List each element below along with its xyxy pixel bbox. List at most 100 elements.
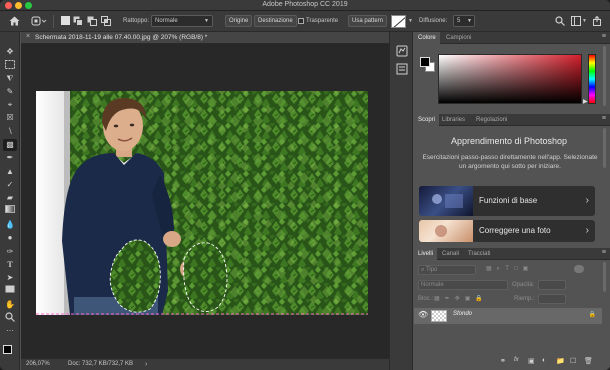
tab-layers[interactable]: Livelli (414, 248, 438, 260)
tab-adjustments[interactable]: Regolazioni (472, 114, 511, 126)
chevron-right-icon[interactable]: › (145, 359, 147, 370)
crop-tool-icon[interactable]: ⌖ (3, 99, 17, 111)
eraser-tool-icon[interactable]: ▰ (3, 192, 17, 204)
frame-tool-icon[interactable]: ☒ (3, 112, 17, 124)
hand-tool-icon[interactable]: ✋ (3, 299, 17, 311)
scrollbar[interactable] (603, 46, 606, 106)
layer-filter-select[interactable]: ⌕ Tipo (418, 265, 476, 275)
panel-menu-icon[interactable]: ≡ (602, 33, 606, 40)
link-layers-icon[interactable]: ⚭ (500, 357, 506, 365)
tab-paths[interactable]: Tracciati (464, 248, 494, 260)
adjustment-layer-icon[interactable]: ◐ (542, 357, 546, 364)
dodge-tool-icon[interactable]: ● (3, 232, 17, 244)
filter-toggle[interactable] (574, 265, 584, 273)
search-icon: ⌕ (421, 267, 425, 273)
pen-tool-icon[interactable]: ✑ (3, 246, 17, 258)
blur-tool-icon[interactable]: 💧 (3, 219, 17, 231)
fill-field[interactable] (538, 294, 566, 304)
delete-layer-icon[interactable]: 🗑 (584, 357, 593, 365)
use-pattern-button[interactable]: Usa pattern (348, 15, 388, 27)
layer-row[interactable]: 👁 Sfondo 🔒 (414, 308, 602, 324)
zoom-level[interactable]: 206,07% (26, 359, 50, 370)
lock-label: Bloc.: (418, 296, 434, 302)
source-button[interactable]: Origine (225, 15, 253, 27)
learn-card-basics[interactable]: Funzioni di base › (419, 186, 595, 216)
quick-selection-tool-icon[interactable]: ✎ (3, 86, 17, 98)
new-layer-icon[interactable]: ☐ (570, 357, 576, 365)
hue-slider-handle[interactable]: ▶ (583, 98, 588, 105)
learn-panel: Scopri Libraries Regolazioni ≡ Apprendim… (414, 114, 610, 248)
search-icon[interactable] (555, 16, 565, 29)
scrollbar[interactable] (603, 262, 606, 292)
layer-name[interactable]: Sfondo (453, 311, 472, 317)
home-icon[interactable] (8, 16, 20, 29)
tab-color[interactable]: Colore (414, 32, 440, 44)
options-bar: Rattoppo: Normale ▼ Origine Destinazione… (0, 11, 610, 32)
filter-icons: ▦◐T□▣ (486, 266, 534, 272)
subtract-from-selection-icon[interactable] (87, 16, 97, 29)
title-bar: Adobe Photoshop CC 2019 (0, 0, 610, 11)
canvas-area[interactable] (21, 44, 389, 358)
lock-icons: ▦✒✥▣🔒 (434, 296, 488, 302)
hue-slider[interactable] (588, 54, 596, 104)
scrollbar[interactable] (603, 128, 606, 168)
tab-swatches[interactable]: Campioni (442, 32, 475, 44)
chevron-down-icon[interactable]: ▼ (408, 18, 413, 24)
properties-icon[interactable] (396, 63, 408, 75)
learn-description: Esercitazioni passo-passo direttamente n… (422, 154, 598, 170)
new-selection-icon[interactable] (60, 16, 70, 28)
history-icon[interactable] (396, 45, 408, 57)
tab-channels[interactable]: Canali (438, 248, 463, 260)
clone-stamp-tool-icon[interactable]: ▲ (3, 166, 17, 178)
more-tools-icon[interactable]: ··· (3, 325, 17, 337)
panel-menu-icon[interactable]: ≡ (602, 115, 606, 122)
document-tab[interactable]: × Schermata 2018-11-19 alle 07.40.00.jpg… (21, 32, 389, 44)
layers-footer: ⚭ fx ▣ ◐ 📁 ☐ 🗑 (414, 356, 602, 368)
marquee-tool-icon[interactable] (3, 60, 17, 72)
lasso-tool-icon[interactable]: ⧨ (3, 73, 17, 85)
patch-mode-select[interactable]: Normale ▼ (151, 15, 213, 27)
healing-brush-tool-icon[interactable]: ▩ (3, 139, 17, 151)
eyedropper-tool-icon[interactable]: ∖ (3, 126, 17, 138)
rectangle-tool-icon[interactable] (3, 285, 17, 297)
patch-mode-label: Rattoppo: (123, 18, 150, 24)
learn-card-label: Funzioni di base (479, 196, 538, 205)
share-icon[interactable] (592, 15, 602, 29)
layer-style-icon[interactable]: fx (514, 357, 519, 363)
new-group-icon[interactable]: 📁 (556, 357, 565, 365)
gradient-tool-icon[interactable] (3, 205, 17, 217)
brush-tool-icon[interactable]: ✒ (3, 152, 17, 164)
workspace-icon[interactable] (571, 16, 581, 29)
add-mask-icon[interactable]: ▣ (528, 357, 535, 365)
type-tool-icon[interactable]: T (3, 259, 17, 271)
color-panel-header: Colore Campioni ≡ (414, 32, 610, 44)
tools-panel: ✥ ⧨ ✎ ⌖ ☒ ∖ ▩ ✒ ▲ ✓ ▰ 💧 ● ✑ T ➤ ✋ ··· (0, 32, 20, 370)
learn-card-fix-photo[interactable]: Correggere una foto › (419, 220, 595, 242)
zoom-tool-icon[interactable] (3, 312, 17, 324)
pattern-picker[interactable] (391, 15, 406, 28)
close-tab-icon[interactable]: × (26, 33, 30, 40)
patch-tool-icon[interactable] (31, 16, 47, 29)
color-spectrum-field[interactable] (438, 54, 582, 104)
intersect-selection-icon[interactable] (101, 16, 111, 29)
chevron-down-icon[interactable]: ▼ (582, 18, 587, 24)
eye-icon[interactable]: 👁 (418, 310, 428, 319)
tab-learn[interactable]: Scopri (414, 114, 440, 126)
diffusion-select[interactable]: 5 ▼ (453, 15, 475, 27)
history-brush-tool-icon[interactable]: ✓ (3, 179, 17, 191)
panel-menu-icon[interactable]: ≡ (602, 249, 606, 256)
add-to-selection-icon[interactable] (73, 16, 83, 29)
learn-panel-header: Scopri Libraries Regolazioni ≡ (414, 114, 610, 126)
transparent-checkbox[interactable] (298, 18, 304, 24)
opacity-field[interactable] (538, 280, 566, 290)
patch-mode-value: Normale (155, 18, 178, 24)
document-image[interactable] (36, 91, 368, 315)
tab-libraries[interactable]: Libraries (438, 114, 469, 126)
foreground-color-swatch[interactable] (3, 345, 12, 354)
move-tool-icon[interactable]: ✥ (3, 46, 17, 58)
foreground-color-chip[interactable] (420, 57, 430, 67)
panel-icon-strip (389, 32, 413, 370)
path-selection-tool-icon[interactable]: ➤ (3, 272, 17, 284)
destination-button[interactable]: Destinazione (254, 15, 297, 27)
blend-mode-select[interactable]: Normale (418, 280, 508, 290)
